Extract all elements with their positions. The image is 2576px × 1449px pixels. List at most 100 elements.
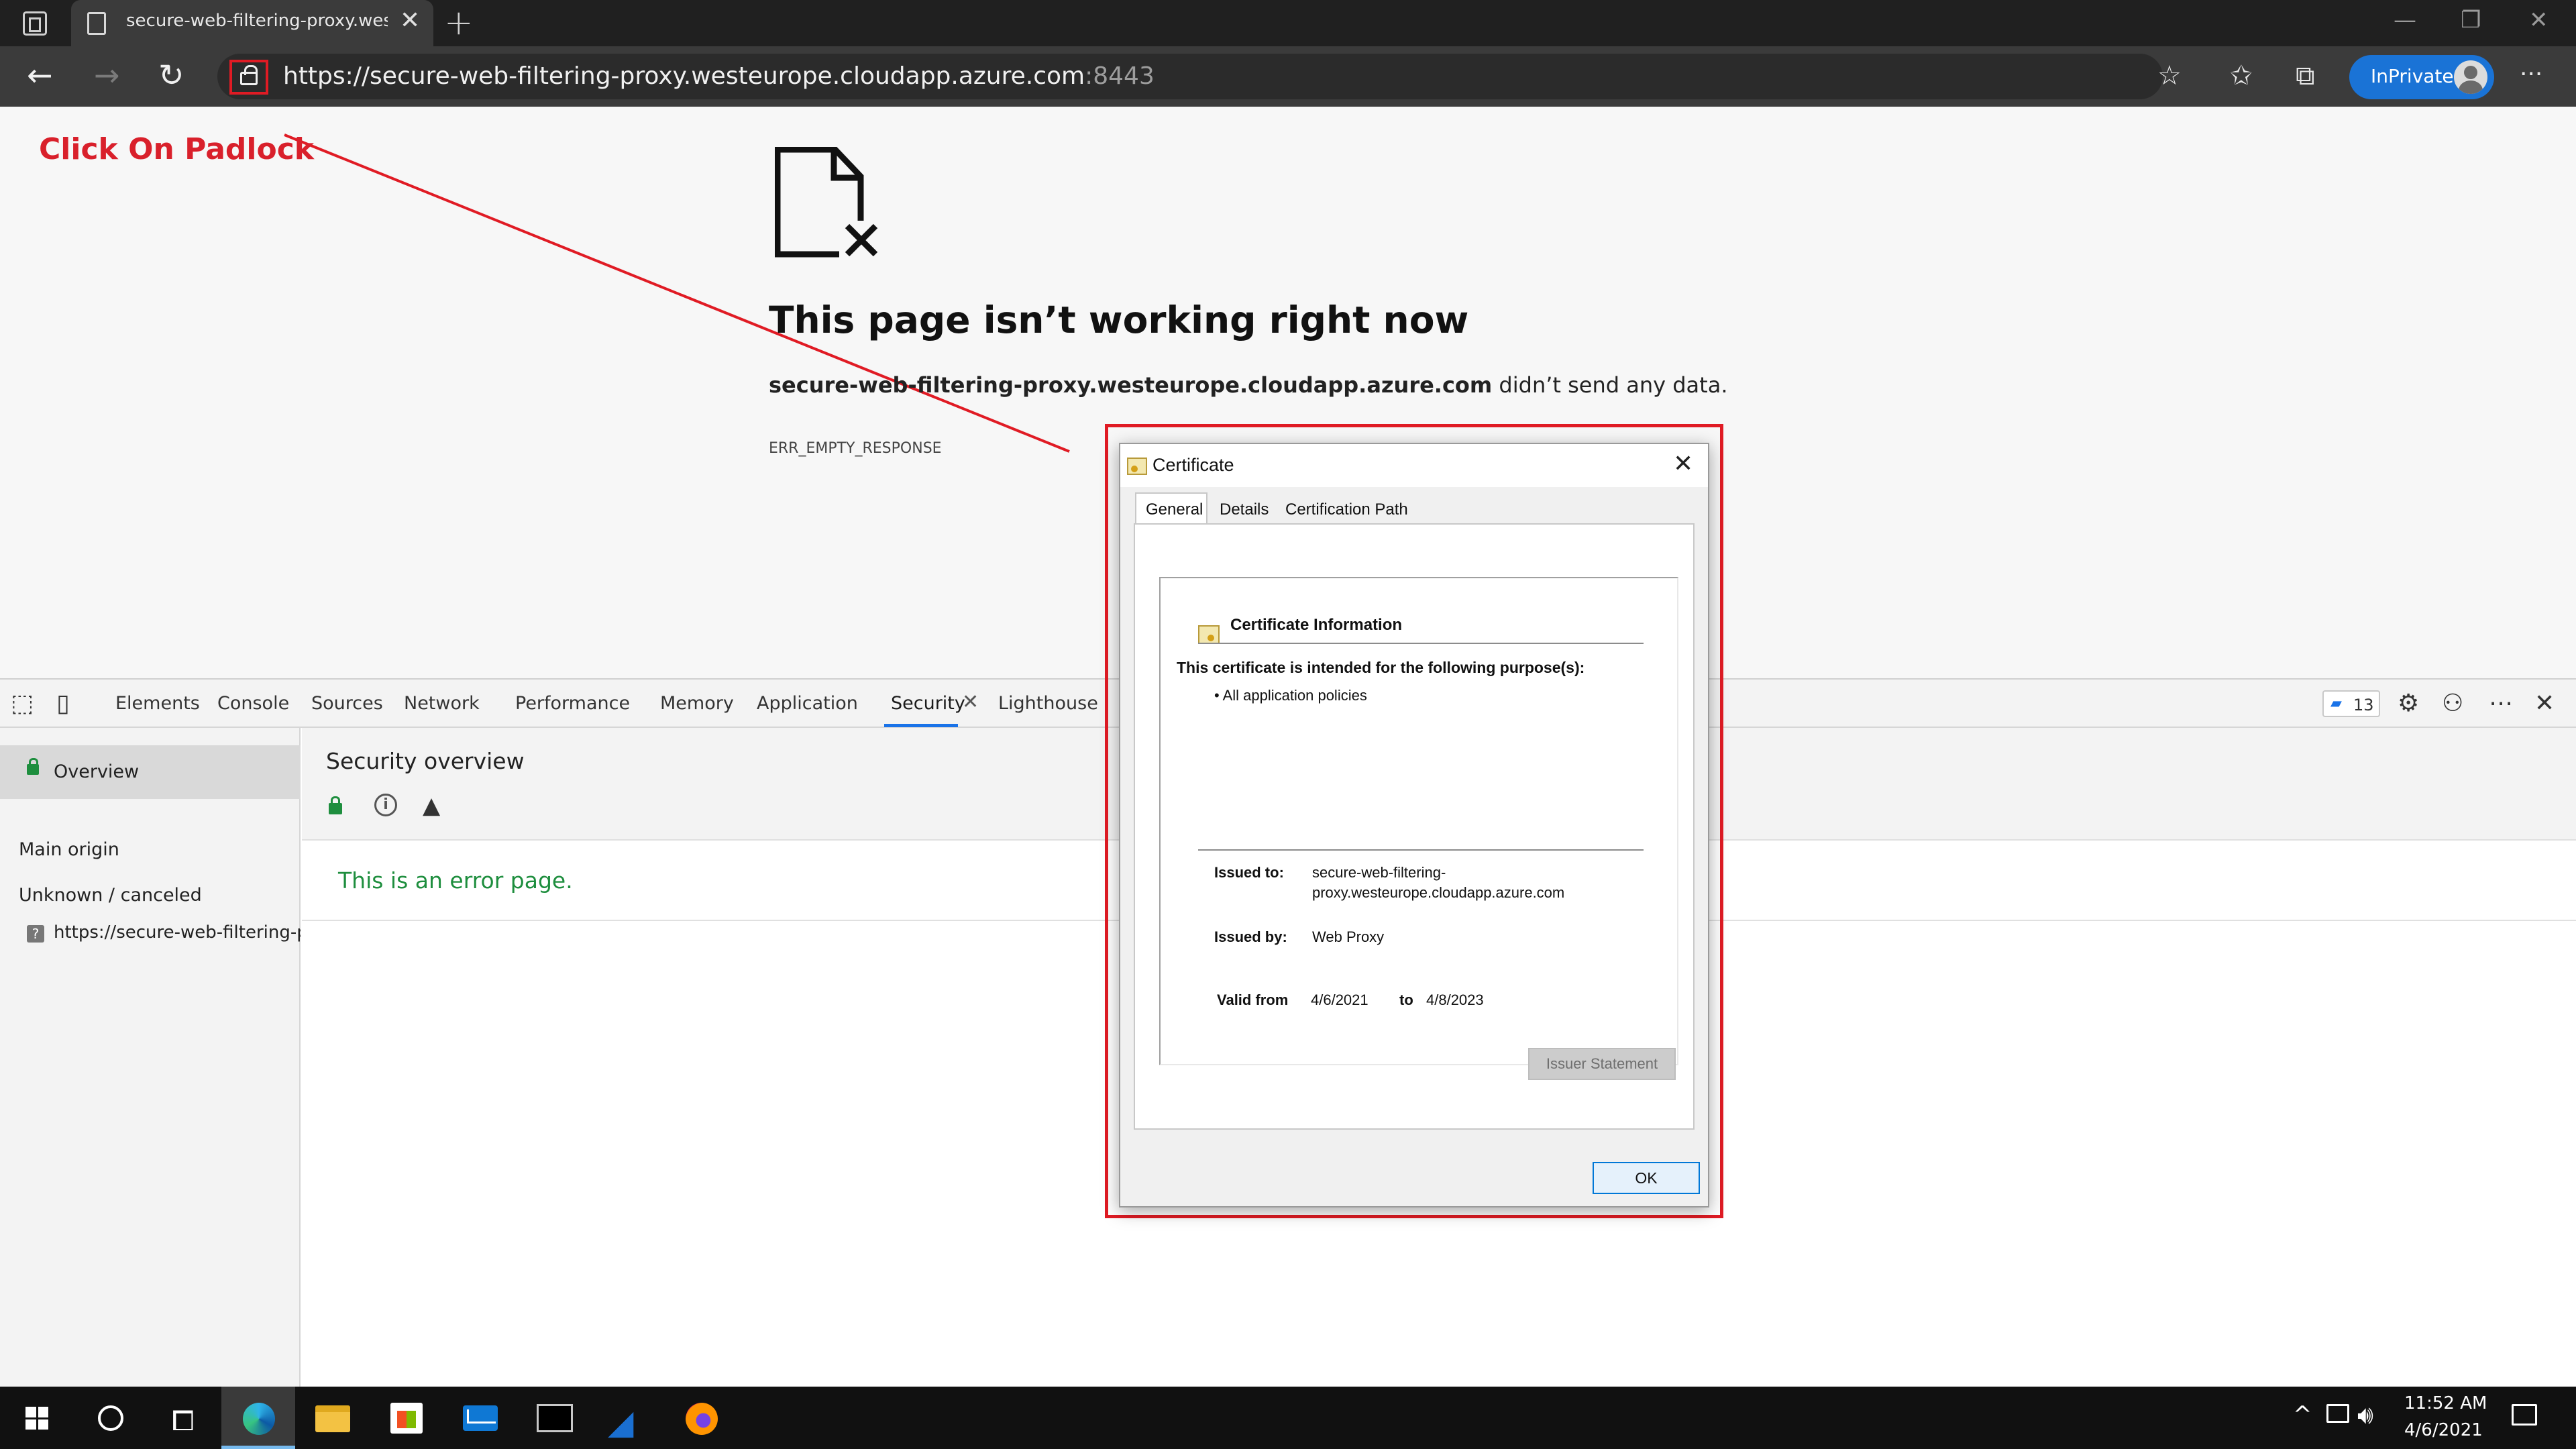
taskbar-file-explorer[interactable]	[295, 1387, 369, 1449]
taskbar-edge[interactable]	[221, 1387, 295, 1449]
broken-page-icon	[775, 147, 879, 261]
issued-to-value-line1: secure-web-filtering-	[1312, 864, 1446, 881]
mail-icon	[463, 1405, 498, 1431]
back-arrow-icon[interactable]: ←	[27, 58, 53, 92]
forward-arrow-icon[interactable]: →	[94, 58, 120, 92]
valid-from-value: 4/6/2021	[1311, 991, 1368, 1008]
show-hidden-icons-chevron-icon[interactable]: ^	[2293, 1401, 2312, 1428]
sidebar-item-origin[interactable]: ? https://secure-web-filtering-proxy.wes…	[27, 921, 301, 948]
store-icon	[390, 1403, 423, 1434]
url-port: :8443	[1085, 62, 1155, 90]
origin-url: https://secure-web-filtering-proxy.weste…	[54, 922, 301, 943]
settings-more-icon[interactable]: ···	[2520, 60, 2542, 89]
start-button[interactable]	[0, 1387, 74, 1449]
tab-close-icon[interactable]: ✕	[400, 7, 420, 34]
clock-time[interactable]: 11:52 AM	[2404, 1393, 2487, 1413]
task-view-icon: ⧠	[172, 1404, 195, 1437]
tab-lighthouse[interactable]: Lighthouse	[998, 693, 1098, 714]
issued-by-value: Web Proxy	[1312, 928, 1385, 945]
sidebar-heading-unknown: Unknown / canceled	[19, 885, 202, 906]
cert-tab-label: General	[1146, 500, 1203, 519]
devtools-settings-gear-icon[interactable]: ⚙	[2398, 692, 2419, 716]
error-message-suffix: didn’t send any data.	[1492, 372, 1728, 398]
annotation-arrow-line	[284, 133, 1070, 453]
ok-button[interactable]: OK	[1593, 1162, 1700, 1194]
annotation-label: Click On Padlock	[39, 132, 315, 166]
task-view-button[interactable]: ⧠	[148, 1387, 221, 1449]
tab-console[interactable]: Console	[217, 693, 289, 714]
minimize-icon[interactable]: —	[2394, 7, 2416, 34]
edge-icon	[243, 1403, 275, 1435]
divider	[1198, 849, 1644, 851]
restore-icon[interactable]: ❐	[2461, 7, 2481, 34]
devtools-more-icon[interactable]: ⋯	[2489, 692, 2513, 716]
tab-elements[interactable]: Elements	[115, 693, 200, 714]
taskbar-wireshark[interactable]: ◢	[590, 1387, 664, 1449]
cert-tab-general[interactable]: General	[1135, 492, 1208, 525]
info-icon: i	[374, 794, 397, 816]
error-code: ERR_EMPTY_RESPONSE	[769, 440, 942, 457]
wireshark-icon: ◢	[608, 1403, 634, 1442]
issued-to-label: Issued to:	[1214, 864, 1284, 881]
dialog-titlebar: Certificate ✕	[1120, 444, 1708, 487]
inprivate-label: InPrivate	[2371, 65, 2454, 87]
cert-purpose-heading: This certificate is intended for the fol…	[1177, 659, 1585, 676]
terminal-icon	[537, 1404, 573, 1432]
cert-tab-details[interactable]: Details	[1220, 500, 1269, 519]
device-toolbar-icon[interactable]: ▯	[56, 692, 70, 716]
dialog-title: Certificate	[1152, 455, 1234, 475]
padlock-highlight[interactable]	[229, 60, 268, 95]
issues-badge[interactable]: ▰ 13	[2322, 690, 2380, 717]
windows-logo-icon	[25, 1407, 48, 1430]
certificate-icon	[1198, 625, 1220, 644]
url-main: https://secure-web-filtering-proxy.weste…	[283, 62, 1085, 90]
tab-network[interactable]: Network	[404, 693, 480, 714]
search-button[interactable]	[74, 1387, 148, 1449]
inspect-element-icon[interactable]: ⬚	[11, 692, 34, 716]
tab-sources[interactable]: Sources	[311, 693, 383, 714]
taskbar-firefox[interactable]	[664, 1387, 738, 1449]
devtools-customize-icon[interactable]: ⚇	[2442, 692, 2463, 716]
notification-center-icon[interactable]	[2512, 1404, 2537, 1426]
new-tab-button[interactable]: +	[444, 3, 474, 43]
devtools-close-icon[interactable]: ✕	[2534, 692, 2555, 716]
taskbar-terminal[interactable]	[517, 1387, 590, 1449]
browser-toolbar: ← → ↻ https://secure-web-filtering-proxy…	[0, 46, 2576, 107]
sidebar-item-overview[interactable]: Overview	[0, 745, 301, 799]
issuer-statement-button[interactable]: Issuer Statement	[1528, 1048, 1676, 1080]
clock-date[interactable]: 4/6/2021	[2404, 1420, 2483, 1440]
browser-tab[interactable]: secure-web-filtering-proxy.westeurope.cl…	[71, 0, 433, 46]
favorites-icon[interactable]: ✩	[2230, 61, 2253, 91]
add-favorite-icon[interactable]: ☆	[2157, 61, 2182, 91]
warning-icon: ▲	[423, 792, 441, 819]
url-text[interactable]: https://secure-web-filtering-proxy.weste…	[283, 62, 1155, 90]
valid-to-label: to	[1399, 991, 1413, 1008]
browser-tab-bar: secure-web-filtering-proxy.westeurope.cl…	[0, 0, 2576, 46]
certificate-icon	[1127, 458, 1147, 475]
secure-lock-icon	[27, 758, 39, 775]
tab-performance[interactable]: Performance	[515, 693, 630, 714]
window-close-icon[interactable]: ✕	[2529, 7, 2548, 34]
taskbar-store[interactable]	[369, 1387, 443, 1449]
refresh-icon[interactable]: ↻	[158, 58, 184, 92]
firefox-icon	[686, 1403, 718, 1435]
cert-tab-certification-path[interactable]: Certification Path	[1285, 500, 1408, 519]
padlock-icon[interactable]	[240, 65, 258, 85]
address-bar[interactable]: https://secure-web-filtering-proxy.weste…	[217, 54, 2163, 99]
tab-security[interactable]: Security	[891, 693, 965, 714]
network-icon[interactable]	[2326, 1404, 2349, 1423]
security-tab-close-icon[interactable]: ✕	[962, 690, 979, 714]
taskbar-mail[interactable]	[443, 1387, 517, 1449]
secure-lock-icon	[329, 796, 342, 814]
unknown-origin-icon: ?	[27, 925, 44, 943]
inprivate-button[interactable]: InPrivate	[2349, 55, 2494, 99]
tab-actions-icon[interactable]	[23, 11, 47, 36]
dialog-close-icon[interactable]: ✕	[1673, 449, 1693, 478]
volume-icon[interactable]: 🔊︎	[2357, 1400, 2373, 1430]
folder-icon	[315, 1405, 350, 1432]
collections-icon[interactable]: ⧉	[2296, 61, 2315, 91]
tab-application[interactable]: Application	[757, 693, 858, 714]
tab-memory[interactable]: Memory	[660, 693, 734, 714]
cert-policy-item: • All application policies	[1214, 687, 1367, 704]
page-favicon-icon	[87, 12, 106, 35]
